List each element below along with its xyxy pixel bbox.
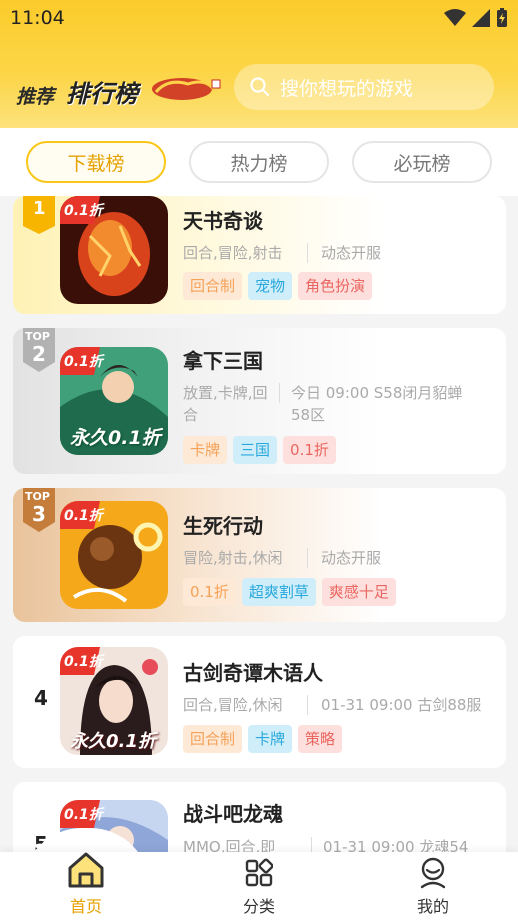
subtab-must-play[interactable]: 必玩榜 (352, 141, 492, 183)
tag: 回合制 (183, 725, 243, 753)
discount-label: 0.1折 (64, 807, 103, 823)
discount-label: 0.1折 (64, 203, 103, 219)
rank-number: 3 (32, 502, 46, 526)
tag-list: 回合制 宠物 角色扮演 (183, 272, 373, 300)
search-placeholder: 搜你想玩的游戏 (280, 77, 414, 100)
tag: 卡牌 (248, 725, 293, 753)
status-icons (444, 8, 508, 28)
icon-promo-text: 永久0.1折 (70, 427, 161, 449)
game-meta: 冒险,射击,休闲 (183, 549, 283, 567)
server-info: 01-31 09:00 古剑88服 (321, 696, 482, 714)
tag: 0.1折 (283, 436, 336, 464)
tag: 角色扮演 (298, 272, 373, 300)
divider (279, 383, 280, 403)
game-card[interactable]: 1 0.1折 天书奇谈 回合,冒险,射击 动态开服 回合制 宠物 角色扮演 (13, 196, 506, 314)
game-title: 战斗吧龙魂 (183, 802, 283, 826)
tag: 爽感十足 (321, 578, 396, 606)
server-info: 动态开服 (321, 244, 382, 262)
bottom-nav-label: 分类 (242, 897, 275, 916)
tag: 卡牌 (183, 436, 228, 464)
search-icon (250, 77, 270, 97)
game-logo-icon[interactable] (148, 74, 222, 102)
tag-list: 卡牌 三国 0.1折 (183, 436, 336, 464)
battery-icon (497, 8, 507, 27)
game-meta: 放置,卡牌,回合 (183, 384, 268, 424)
profile-icon (420, 857, 446, 889)
tab-recommend[interactable]: 推荐 (16, 82, 54, 109)
signal-icon (472, 9, 490, 27)
bottom-nav-home[interactable]: 首页 (36, 852, 136, 920)
discount-label: 0.1折 (64, 354, 103, 370)
game-card[interactable]: TOP 3 0.1折 生死行动 冒险,射击,休闲 动态开服 0.1折 超爽割草 … (13, 488, 506, 622)
subtab-download[interactable]: 下载榜 (26, 141, 166, 183)
subtab-hot[interactable]: 热力榜 (189, 141, 329, 183)
tag: 超爽割草 (241, 578, 316, 606)
game-title: 古剑奇谭木语人 (183, 661, 323, 685)
category-icon (245, 858, 273, 887)
game-icon[interactable]: 0.1折 (60, 501, 168, 609)
game-title: 生死行动 (183, 514, 263, 538)
bottom-nav-label: 我的 (416, 897, 449, 916)
divider (307, 243, 308, 263)
ranking-subtabs: 下载榜 热力榜 必玩榜 (0, 128, 518, 196)
game-icon[interactable]: 0.1折 永久0.1折 (60, 347, 168, 455)
tag: 0.1折 (183, 578, 236, 606)
tag: 三国 (233, 436, 278, 464)
status-bar: 11:04 (0, 0, 518, 36)
game-title: 天书奇谈 (183, 209, 263, 233)
bottom-nav-label: 首页 (69, 897, 102, 916)
game-meta: 回合,冒险,休闲 (183, 696, 283, 714)
status-time: 11:04 (10, 7, 65, 29)
home-icon (68, 852, 104, 888)
icon-promo-text: 永久0.1折 (70, 731, 156, 752)
game-meta: 回合,冒险,射击 (183, 244, 283, 262)
bottom-nav-mine[interactable]: 我的 (383, 856, 483, 920)
divider (307, 548, 308, 568)
wifi-icon (444, 9, 466, 26)
rank-number: 1 (33, 198, 46, 219)
tag: 宠物 (248, 272, 293, 300)
discount-label: 0.1折 (64, 508, 103, 524)
game-card[interactable]: TOP 2 0.1折 永久0.1折 拿下三国 放置,卡牌,回合 今日 09:00… (13, 328, 506, 474)
game-icon[interactable]: 0.1折 永久0.1折 (60, 647, 168, 755)
game-title: 拿下三国 (183, 349, 263, 373)
tag-list: 0.1折 超爽割草 爽感十足 (183, 578, 396, 606)
server-info: 动态开服 (321, 549, 382, 567)
search-bar[interactable]: 搜你想玩的游戏 (234, 64, 494, 110)
server-info: 今日 09:00 S58闭月貂蝉58区 (291, 384, 463, 424)
discount-label: 0.1折 (64, 654, 103, 670)
header: 11:04 推荐 排行榜 搜你想玩的游戏 (0, 0, 518, 128)
tag: 回合制 (183, 272, 243, 300)
tag: 策略 (298, 725, 343, 753)
rank-number: 2 (32, 342, 46, 366)
rank-number: 4 (34, 686, 48, 710)
game-icon[interactable]: 0.1折 (60, 196, 168, 304)
bottom-nav-category[interactable]: 分类 (209, 856, 309, 920)
tag-list: 回合制 卡牌 策略 (183, 725, 343, 753)
divider (307, 695, 308, 715)
game-card[interactable]: 4 0.1折 永久0.1折 古剑奇谭木语人 回合,冒险,休闲 01-31 09:… (13, 636, 506, 768)
tab-ranking[interactable]: 排行榜 (66, 74, 138, 109)
